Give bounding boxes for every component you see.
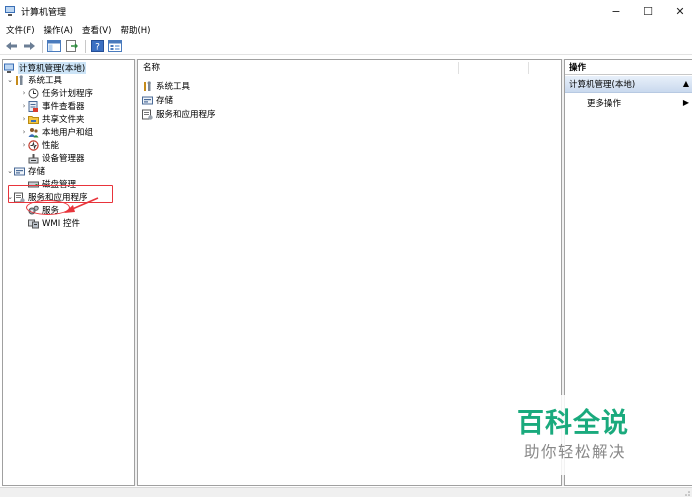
chevron-right-icon[interactable]: › [20, 128, 28, 136]
wmi-control-icon [28, 218, 39, 229]
tree-item-local-users-groups[interactable]: › 本地用户和组 [20, 126, 93, 138]
list-item-label: 服务和应用程序 [156, 110, 216, 120]
list-item-label: 系统工具 [156, 82, 191, 92]
tree-label-shared-folders: 共享文件夹 [42, 115, 85, 125]
tools-icon [142, 80, 153, 92]
menu-view[interactable]: 查看(V) [82, 24, 111, 36]
chevron-down-icon[interactable]: ⌄ [6, 76, 14, 84]
tools-icon [14, 74, 25, 86]
services-applications-icon [142, 109, 153, 120]
tree-item-event-viewer[interactable]: › 事件查看器 [20, 100, 85, 112]
title-bar: 计算机管理 − ☐ ✕ [0, 0, 692, 22]
tree-label-event-viewer: 事件查看器 [42, 102, 85, 112]
tree-label-performance: 性能 [42, 141, 60, 151]
event-viewer-icon [28, 100, 39, 112]
back-arrow-icon[interactable] [3, 39, 19, 53]
tree-label-task-scheduler: 任务计划程序 [42, 89, 94, 99]
export-list-icon[interactable] [64, 39, 80, 53]
more-actions-label: 更多操作 [587, 99, 622, 109]
menu-action[interactable]: 操作(A) [44, 24, 73, 36]
menu-bar: 文件(F) 操作(A) 查看(V) 帮助(H) [0, 22, 692, 38]
performance-icon [28, 139, 39, 151]
shared-folder-icon [28, 114, 39, 125]
resize-grip-icon[interactable] [682, 488, 690, 496]
toolbar-separator [42, 39, 43, 53]
svg-text:?: ? [95, 43, 100, 53]
maximize-button[interactable]: ☐ [633, 0, 663, 22]
watermark: 百科全说 助你轻松解决 [505, 395, 665, 475]
column-separator[interactable] [458, 62, 459, 74]
submenu-arrow-icon: ▶ [682, 98, 689, 107]
list-item-services-applications[interactable]: 服务和应用程序 [142, 108, 216, 120]
tree-item-task-scheduler[interactable]: › 任务计划程序 [20, 87, 93, 99]
tree-item-storage[interactable]: ⌄ 存储 [6, 165, 45, 177]
storage-icon [14, 166, 25, 177]
annotation-arrow-icon [64, 197, 99, 213]
computer-management-icon [5, 5, 17, 17]
list-item-storage[interactable]: 存储 [142, 94, 173, 106]
status-bar [0, 487, 692, 497]
actions-section-computer-management[interactable]: 计算机管理(本地) ▲ [565, 76, 692, 93]
more-actions-item[interactable]: 更多操作 ▶ [565, 96, 692, 110]
chevron-right-icon[interactable]: › [20, 141, 28, 149]
clock-icon [28, 88, 39, 99]
tree-item-root[interactable]: 计算机管理(本地) [4, 62, 87, 74]
window-title: 计算机管理 [21, 7, 67, 18]
tree-item-system-tools[interactable]: ⌄ 系统工具 [6, 74, 62, 86]
list-item-system-tools[interactable]: 系统工具 [142, 80, 190, 92]
list-column-header[interactable]: 名称 [138, 60, 561, 74]
help-icon[interactable]: ? [89, 39, 105, 53]
device-manager-icon [28, 153, 39, 164]
collapse-up-icon[interactable]: ▲ [683, 79, 689, 88]
chevron-right-icon[interactable]: › [20, 89, 28, 97]
tree-label-wmi-control: WMI 控件 [42, 219, 80, 229]
minimize-button[interactable]: − [601, 0, 631, 22]
tree-label-storage: 存储 [28, 167, 46, 177]
tree-item-shared-folders[interactable]: › 共享文件夹 [20, 113, 85, 125]
properties-icon[interactable] [107, 39, 123, 53]
tree-item-device-manager[interactable]: 设备管理器 [28, 152, 85, 164]
chevron-right-icon[interactable]: › [20, 102, 28, 110]
close-button[interactable]: ✕ [665, 0, 692, 22]
tree-label-system-tools: 系统工具 [28, 76, 63, 86]
list-item-label: 存储 [156, 96, 174, 106]
computer-management-icon [4, 63, 15, 74]
toolbar-separator [85, 39, 86, 53]
menu-help[interactable]: 帮助(H) [120, 24, 150, 36]
chevron-down-icon[interactable]: ⌄ [6, 167, 14, 175]
tree-label-local-users-groups: 本地用户和组 [42, 128, 94, 138]
forward-arrow-icon[interactable] [21, 39, 37, 53]
console-tree-pane[interactable]: 计算机管理(本地) ⌄ 系统工具 › 任务计划程序 › 事件查看器 › 共享文件… [2, 59, 135, 486]
users-icon [28, 127, 39, 138]
actions-header: 操作 [565, 60, 692, 75]
column-separator[interactable] [528, 62, 529, 74]
column-name-label: 名称 [143, 62, 161, 73]
chevron-right-icon[interactable]: › [20, 115, 28, 123]
storage-icon [142, 95, 153, 106]
tree-label-root: 计算机管理(本地) [18, 62, 87, 74]
results-list-pane[interactable]: 名称 系统工具 存储 服务和应用程序 [137, 59, 562, 486]
toolbar: ? [0, 38, 692, 55]
tree-item-wmi-control[interactable]: WMI 控件 [28, 217, 80, 229]
watermark-subtitle: 助你轻松解决 [524, 443, 627, 461]
watermark-title: 百科全说 [517, 408, 629, 439]
tree-label-device-manager: 设备管理器 [42, 154, 85, 164]
menu-file[interactable]: 文件(F) [6, 24, 35, 36]
actions-section-label: 计算机管理(本地) [569, 80, 636, 90]
tree-item-performance[interactable]: › 性能 [20, 139, 59, 151]
show-hide-console-tree-icon[interactable] [46, 39, 62, 53]
